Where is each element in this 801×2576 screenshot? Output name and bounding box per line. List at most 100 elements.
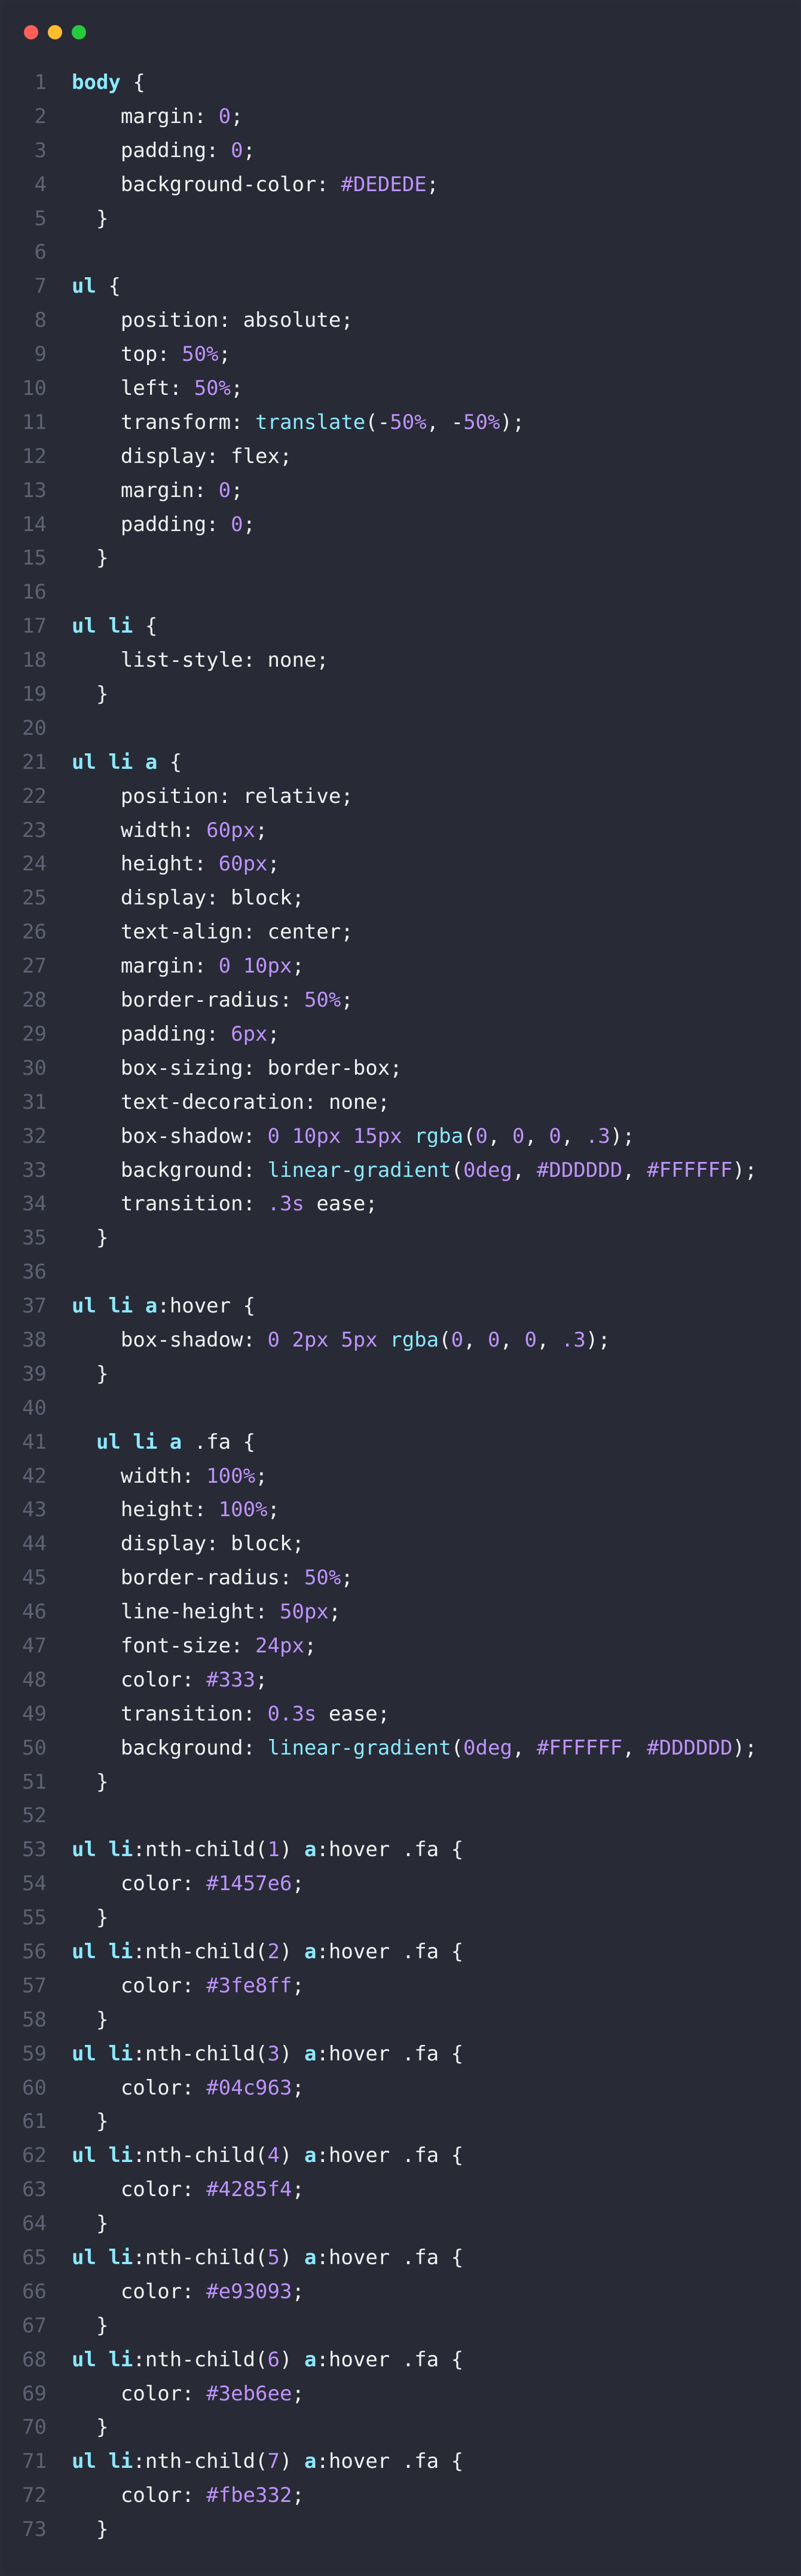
code-text: box-shadow: 0 10px 15px rgba(0, 0, 0, .3… [72, 1120, 635, 1154]
minimize-window-button[interactable] [48, 25, 62, 39]
code-line: 8 position: absolute; [1, 303, 800, 338]
line-number: 55 [22, 1906, 47, 1930]
code-token: 6 [267, 2347, 280, 2372]
code-token: } [72, 1770, 109, 1794]
line-number: 57 [22, 1973, 47, 1998]
code-line: 68 ul li:nth-child(6) a:hover .fa { [1, 2343, 800, 2377]
code-token: list-style: none; [72, 648, 329, 673]
code-token: 50% [182, 342, 219, 367]
code-token: 0deg [463, 1158, 512, 1182]
code-token: :nth-child( [133, 2143, 268, 2168]
code-text: ul li:nth-child(2) a:hover .fa { [72, 1935, 463, 1969]
line-number: 30 [22, 1056, 47, 1080]
code-line: 6 [1, 235, 800, 269]
code-token: 0 [488, 1327, 500, 1352]
code-line: 58 } [1, 2003, 800, 2037]
code-token: translate [255, 410, 366, 434]
code-token: ; [243, 512, 256, 536]
line-number: 72 [22, 2483, 47, 2508]
code-text: height: 100%; [72, 1493, 280, 1527]
code-token: } [72, 2109, 109, 2134]
code-line: 12 display: flex; [1, 440, 800, 474]
code-token: 50px [280, 1600, 329, 1624]
line-number: 5 [34, 206, 47, 231]
code-text: color: #e93093; [72, 2275, 304, 2309]
code-token: , [536, 1327, 561, 1352]
code-text: padding: 0; [72, 134, 255, 168]
code-text: ul li:nth-child(3) a:hover .fa { [72, 2037, 463, 2071]
code-token: #e93093 [206, 2279, 292, 2304]
line-number: 4 [34, 172, 47, 197]
line-number: 69 [22, 2381, 47, 2406]
window-titlebar [1, 1, 800, 61]
code-token: 50% [304, 988, 341, 1013]
code-line: 39 } [1, 1357, 800, 1391]
line-number: 52 [22, 1804, 47, 1828]
code-token: 5 [267, 2246, 280, 2270]
code-token: } [72, 206, 109, 231]
line-number: 18 [22, 648, 47, 673]
code-token: 0 [218, 478, 231, 502]
code-token: ; [231, 104, 243, 128]
code-line: 35 } [1, 1221, 800, 1255]
code-token: a [304, 2449, 317, 2474]
code-token: :hover .fa { [316, 2041, 464, 2066]
line-number: 15 [22, 546, 47, 571]
code-token: :nth-child( [133, 1939, 268, 1964]
code-line: 13 margin: 0; [1, 474, 800, 508]
code-token: padding: [72, 512, 231, 536]
code-line: 33 background: linear-gradient(0deg, #DD… [1, 1154, 800, 1188]
code-line: 5 } [1, 202, 800, 236]
code-token: ) [280, 1939, 304, 1964]
code-token: ul li [72, 2246, 133, 2270]
close-window-button[interactable] [24, 25, 38, 39]
line-number: 59 [22, 2041, 47, 2066]
code-line: 50 background: linear-gradient(0deg, #FF… [1, 1731, 800, 1765]
maximize-window-button[interactable] [72, 25, 86, 39]
code-token: 4 [267, 2143, 280, 2168]
code-token: { [120, 70, 145, 94]
code-text: body { [72, 66, 145, 100]
code-text: left: 50%; [72, 372, 243, 406]
code-token: ); [732, 1158, 757, 1182]
line-number: 56 [22, 1939, 47, 1964]
line-number: 38 [22, 1327, 47, 1352]
code-text: border-radius: 50%; [72, 983, 353, 1017]
code-token: 0 [524, 1327, 537, 1352]
code-text: width: 60px; [72, 814, 268, 848]
line-number: 8 [34, 308, 47, 333]
code-token: :hover { [157, 1294, 256, 1318]
code-line: 38 box-shadow: 0 2px 5px rgba(0, 0, 0, .… [1, 1323, 800, 1357]
code-token: , [622, 1158, 647, 1182]
code-token: ; [292, 954, 304, 979]
code-token: ) [280, 2041, 304, 2066]
line-number: 33 [22, 1158, 47, 1182]
line-number: 65 [22, 2246, 47, 2270]
code-token: #DDDDDD [647, 1735, 733, 1760]
line-number: 46 [22, 1600, 47, 1624]
code-line: 30 box-sizing: border-box; [1, 1051, 800, 1085]
line-number: 66 [22, 2279, 47, 2304]
line-number: 28 [22, 988, 47, 1013]
code-token: display: flex; [72, 444, 292, 468]
code-token: padding: [72, 138, 231, 162]
code-line: 73 } [1, 2513, 800, 2547]
code-text: display: flex; [72, 440, 292, 474]
code-line: 21 ul li a { [1, 746, 800, 780]
code-token: ) [280, 2449, 304, 2474]
code-token: ul li [72, 2449, 133, 2474]
code-token: width: [72, 818, 207, 842]
code-token: #3eb6ee [206, 2381, 292, 2406]
code-line: 67 } [1, 2309, 800, 2343]
code-token: text-align: center; [72, 920, 353, 944]
code-token: 100% [206, 1464, 256, 1488]
code-token: ; [243, 138, 256, 162]
code-token: } [72, 1906, 109, 1930]
code-token: box-sizing: border-box; [72, 1056, 402, 1080]
code-token: } [72, 2517, 109, 2542]
code-line: 37 ul li a:hover { [1, 1289, 800, 1323]
line-number: 42 [22, 1464, 47, 1488]
code-token: :nth-child( [133, 2041, 268, 2066]
line-number: 40 [22, 1396, 47, 1420]
code-line: 32 box-shadow: 0 10px 15px rgba(0, 0, 0,… [1, 1120, 800, 1154]
